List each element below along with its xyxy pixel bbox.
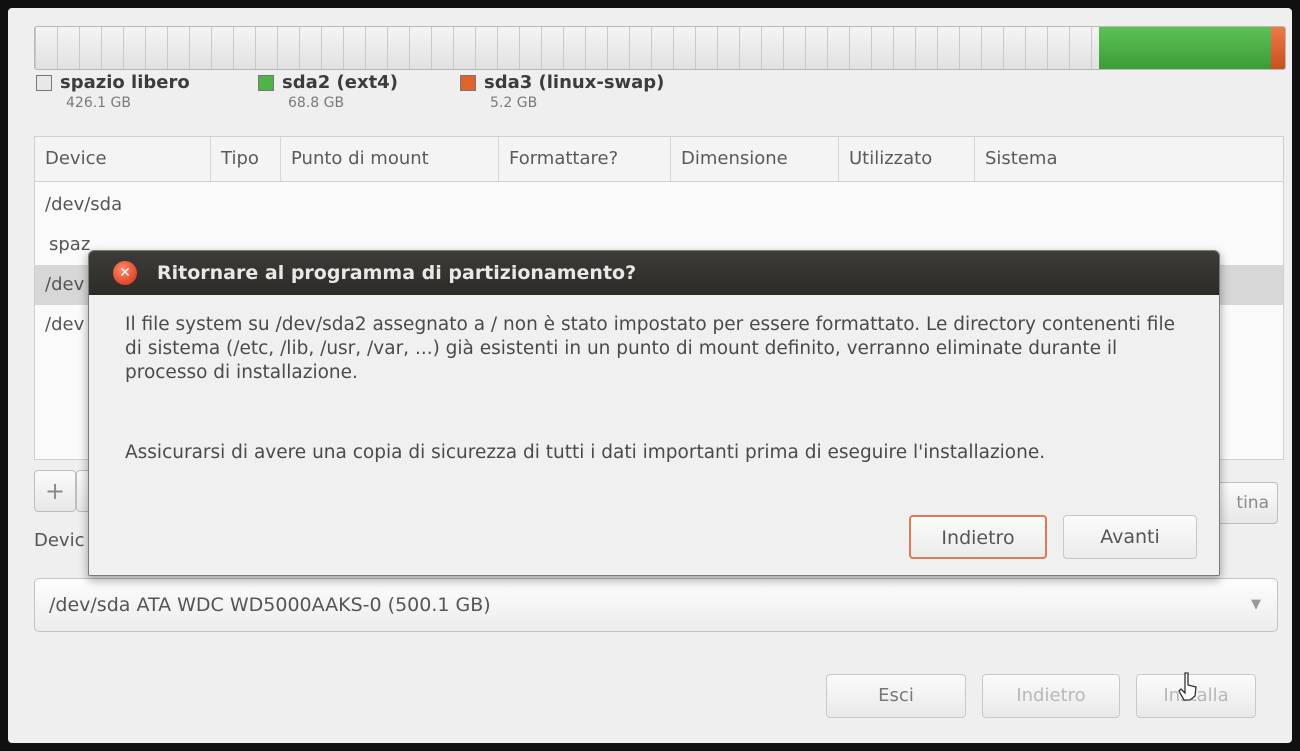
column-used[interactable]: Utilizzato	[839, 137, 975, 181]
column-format[interactable]: Formattare?	[499, 137, 671, 181]
column-size[interactable]: Dimensione	[671, 137, 839, 181]
chevron-down-icon: ▼	[1251, 597, 1261, 612]
partition-free-segment	[35, 27, 1099, 69]
dialog-title: Ritornare al programma di partizionament…	[157, 262, 637, 284]
column-mount-point[interactable]: Punto di mount	[281, 137, 499, 181]
table-row[interactable]: /dev/sda	[35, 185, 1283, 225]
close-icon[interactable]: ✕	[113, 261, 137, 285]
column-device[interactable]: Device	[35, 137, 211, 181]
bootloader-device-label: Devic	[34, 530, 85, 551]
quit-button[interactable]: Esci	[826, 674, 966, 718]
legend-size: 68.8 GB	[288, 95, 345, 111]
column-type[interactable]: Tipo	[211, 137, 281, 181]
legend-free-space: spazio libero 426.1 GB	[36, 72, 190, 111]
legend-sda3: sda3 (linux-swap) 5.2 GB	[460, 72, 664, 111]
partition-bar	[34, 26, 1286, 70]
legend-swatch-sda2	[258, 74, 274, 91]
legend-label: sda3 (linux-swap)	[484, 72, 665, 93]
partition-sda3-segment	[1271, 27, 1285, 69]
legend-size: 5.2 GB	[490, 95, 538, 111]
partition-sda2-segment	[1099, 27, 1271, 69]
legend-label: spazio libero	[60, 72, 190, 93]
dialog-back-button[interactable]: Indietro	[909, 515, 1047, 559]
mouse-cursor-icon	[1178, 672, 1197, 701]
legend-swatch-sda3	[460, 74, 476, 91]
legend-label: sda2 (ext4)	[282, 72, 398, 93]
back-button[interactable]: Indietro	[982, 674, 1120, 718]
legend-size: 426.1 GB	[66, 95, 131, 111]
dialog-titlebar: ✕ Ritornare al programma di partizioname…	[89, 251, 1219, 295]
dialog-continue-button[interactable]: Avanti	[1063, 515, 1197, 559]
add-partition-button[interactable]: +	[34, 470, 76, 512]
table-header: Device Tipo Punto di mount Formattare? D…	[35, 137, 1283, 182]
dialog-message: Il file system su /dev/sda2 assegnato a …	[125, 314, 1175, 383]
dialog-warning: Assicurarsi di avere una copia di sicure…	[125, 442, 1046, 463]
legend-swatch-free	[36, 74, 52, 91]
legend-sda2: sda2 (ext4) 68.8 GB	[258, 72, 398, 111]
bootloader-device-select[interactable]: /dev/sda ATA WDC WD5000AAKS-0 (500.1 GB)…	[34, 578, 1278, 632]
device-select-value: /dev/sda ATA WDC WD5000AAKS-0 (500.1 GB)	[49, 594, 491, 616]
column-system[interactable]: Sistema	[975, 137, 1283, 181]
confirm-dialog: ✕ Ritornare al programma di partizioname…	[88, 250, 1220, 576]
